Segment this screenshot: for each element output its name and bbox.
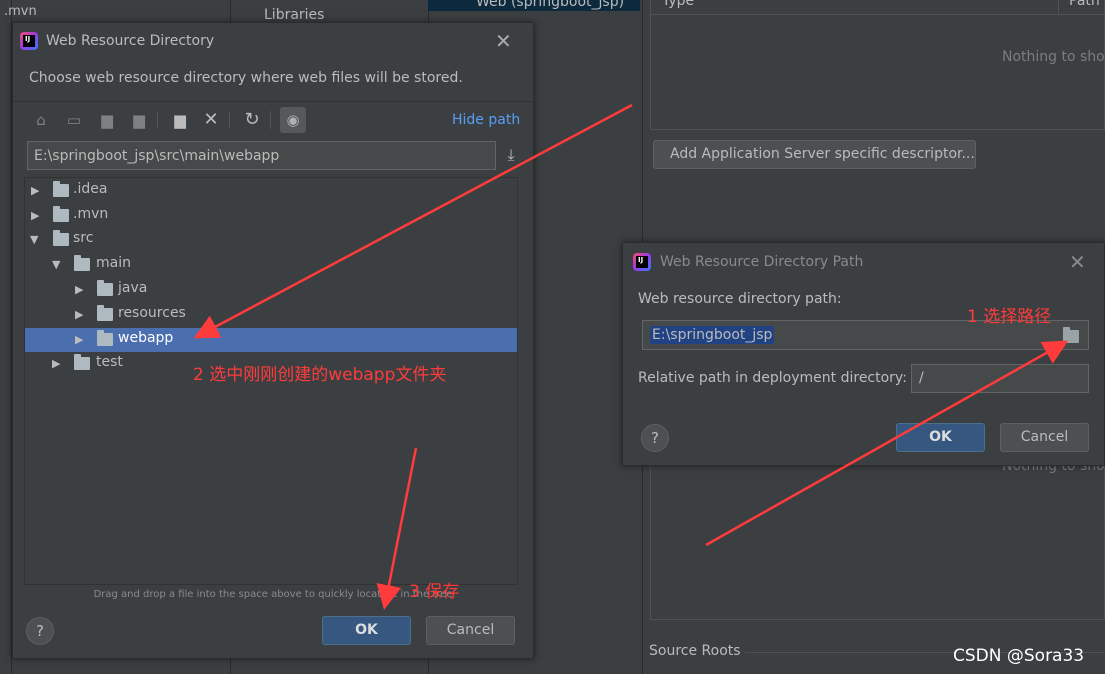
annotation-arrows <box>193 103 1069 610</box>
annotation-step1: 1 选择路径 <box>967 307 1052 327</box>
watermark: CSDN @Sora33 <box>953 646 1085 666</box>
annotation-step3: 3 保存 <box>409 582 460 602</box>
annotation-step2: 2 选中刚刚创建的webapp文件夹 <box>193 365 447 385</box>
annotation-arrow-step1 <box>705 340 1069 547</box>
annotation-arrow-step2 <box>193 103 633 339</box>
